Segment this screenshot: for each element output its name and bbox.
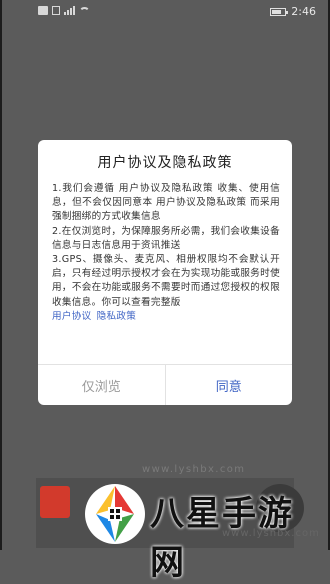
dialog-links: 用户协议 隐私政策 <box>52 310 280 324</box>
status-left-icons <box>38 6 90 15</box>
status-time: 2:46 <box>291 5 316 18</box>
dialog-paragraph-2: 2.在仅浏览时，为保障服务所必需，我们会收集设备信息与日志信息用于资讯推送 <box>52 225 280 251</box>
browse-only-button[interactable]: 仅浏览 <box>38 365 166 405</box>
watermark-url-top: www.lyshbx.com <box>142 464 246 475</box>
user-agreement-link[interactable]: 用户协议 <box>52 311 92 322</box>
status-right: 2:46 <box>270 5 316 18</box>
dialog-body: 1.我们会遵循 用户协议及隐私政策 收集、使用信息，但不会仅因同意本 用户协议及… <box>52 182 280 324</box>
status-bar: 2:46 <box>0 0 330 24</box>
dialog-footer: 仅浏览 同意 <box>38 364 292 405</box>
sim-icon <box>52 6 60 15</box>
dialog-paragraph-3: 3.GPS、摄像头、麦克风、相册权限均不会默认开启，只有经过明示授权才会在为实现… <box>52 254 280 308</box>
wifi-icon <box>79 6 90 15</box>
battery-icon <box>270 7 289 16</box>
privacy-policy-link[interactable]: 隐私政策 <box>97 311 137 322</box>
privacy-dialog: 用户协议及隐私政策 1.我们会遵循 用户协议及隐私政策 收集、使用信息，但不会仅… <box>38 140 292 405</box>
signal-icon <box>64 6 75 15</box>
background-app-tile <box>40 486 70 518</box>
agree-button[interactable]: 同意 <box>166 365 293 405</box>
dialog-paragraph-1: 1.我们会遵循 用户协议及隐私政策 收集、使用信息，但不会仅因同意本 用户协议及… <box>52 183 280 223</box>
background-content <box>36 478 294 548</box>
dialog-title: 用户协议及隐私政策 <box>97 155 233 171</box>
background-circle <box>256 484 304 532</box>
notification-icon <box>38 6 48 15</box>
